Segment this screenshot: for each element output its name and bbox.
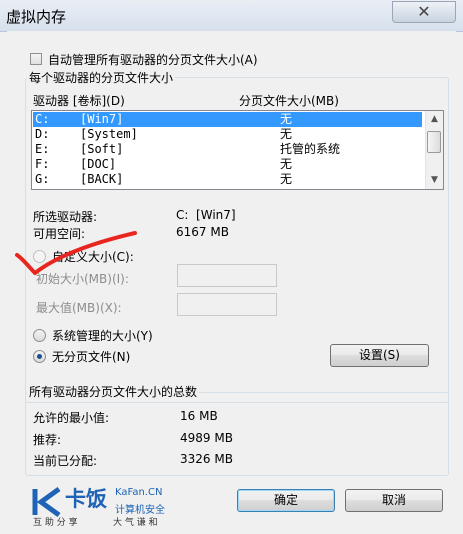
scroll-down-icon[interactable]: ▼ <box>426 172 443 189</box>
set-button[interactable]: 设置(S) <box>330 344 429 367</box>
drive-letter: E: <box>35 142 50 156</box>
drive-label: [DOC] <box>80 157 117 171</box>
list-item[interactable]: D: [System] 无 <box>33 127 422 142</box>
window-title: 虚拟内存 <box>6 8 67 26</box>
list-item[interactable]: F: [DOC] 无 <box>33 157 422 172</box>
selected-drive-label: 所选驱动器: <box>33 210 98 224</box>
drive-letter: D: <box>35 127 50 141</box>
slogan-right: 大 气 谦 和 <box>113 518 158 528</box>
close-icon: ✕ <box>417 2 431 21</box>
min-allowed-label: 允许的最小值: <box>33 411 110 425</box>
brand-domain: KaFan.CN <box>115 487 163 498</box>
recommended-value: 4989 MB <box>180 431 233 445</box>
max-size-label: 最大值(MB)(X): <box>36 301 122 315</box>
drive-paging-size: 无 <box>280 127 293 141</box>
drive-label: [BACK] <box>80 172 124 186</box>
min-allowed-value: 16 MB <box>180 409 218 423</box>
max-size-input[interactable] <box>177 293 277 316</box>
list-item[interactable]: C: [Win7] 无 <box>33 112 422 127</box>
close-button[interactable]: ✕ <box>392 1 456 23</box>
scroll-thumb[interactable] <box>427 131 441 153</box>
drive-paging-size: 无 <box>280 172 293 186</box>
drive-paging-size: 无 <box>280 157 293 171</box>
drive-label: [System] <box>80 127 138 141</box>
drive-label: [Win7] <box>80 112 124 126</box>
no-paging-label[interactable]: 无分页文件(N) <box>52 348 130 365</box>
brand-name: 卡饭 <box>65 487 107 511</box>
per-drive-group-title: 每个驱动器的分页文件大小 <box>27 69 176 86</box>
recommended-label: 推荐: <box>33 433 62 447</box>
no-paging-radio[interactable] <box>33 350 46 363</box>
slogan-left: 互 助 分 享 <box>33 518 78 528</box>
column-drive-header: 驱动器 [卷标](D) <box>33 94 125 108</box>
ok-button[interactable]: 确定 <box>237 489 335 512</box>
free-space-value: 6167 MB <box>176 225 229 239</box>
cancel-button[interactable]: 取消 <box>345 489 443 512</box>
allocated-label: 当前已分配: <box>33 454 98 468</box>
list-item[interactable]: E: [Soft] 托管的系统 <box>33 142 422 157</box>
title-bar: 虚拟内存 ✕ <box>0 0 463 32</box>
annotation-checkmark-icon <box>15 231 137 275</box>
list-scrollbar[interactable]: ▲ ▼ <box>425 111 443 189</box>
drive-label: [Soft] <box>80 142 124 156</box>
dialog-body: 自动管理所有驱动器的分页文件大小(A) 每个驱动器的分页文件大小 驱动器 [卷标… <box>7 31 456 528</box>
list-item[interactable]: G: [BACK] 无 <box>33 172 422 187</box>
system-managed-label[interactable]: 系统管理的大小(Y) <box>52 327 153 344</box>
allocated-value: 3326 MB <box>180 452 233 466</box>
drive-letter: G: <box>35 172 50 186</box>
initial-size-input[interactable] <box>177 264 277 287</box>
drive-letter: F: <box>35 157 50 171</box>
selected-drive-value: C: [Win7] <box>176 208 236 222</box>
drive-letter: C: <box>35 112 50 126</box>
drive-list[interactable]: C: [Win7] 无 D: [System] 无 E: [Soft] 托管的系… <box>31 110 444 190</box>
brand-tagline: 计算机安全 <box>115 505 165 516</box>
totals-group-title: 所有驱动器分页文件大小的总数 <box>27 383 200 400</box>
drive-paging-size: 托管的系统 <box>280 142 341 156</box>
kafan-logo-icon <box>32 487 61 517</box>
drive-paging-size: 无 <box>280 112 293 126</box>
column-size-header: 分页文件大小(MB) <box>239 94 339 108</box>
system-managed-radio[interactable] <box>33 329 46 342</box>
auto-manage-checkbox[interactable] <box>30 53 42 65</box>
scroll-up-icon[interactable]: ▲ <box>426 111 443 128</box>
auto-manage-label[interactable]: 自动管理所有驱动器的分页文件大小(A) <box>48 51 258 68</box>
